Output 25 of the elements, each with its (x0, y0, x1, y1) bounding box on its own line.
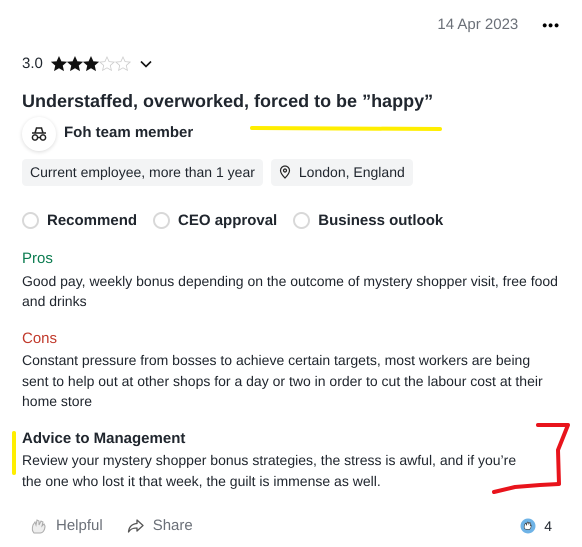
filled-star-icon (66, 56, 83, 72)
pin-icon (278, 165, 291, 180)
section-heading: Cons (22, 328, 58, 349)
job-title: Foh team member (64, 123, 194, 144)
indicator-label: Recommend (47, 210, 138, 231)
section-heading: Pros (22, 249, 54, 270)
rating-score: 3.0 (22, 54, 43, 74)
section-text: Review your mystery shopper bonus strategies, the stress is awful, and if you’re the one who lost it that week, the guilt is immense as well. (22, 451, 518, 491)
section-text: Constant pressure from bosses to achieve certain targets, most workers are being sent to help out at other shops for a day or two in order to cut the labour cost at their home store (22, 351, 544, 412)
margin-mark (12, 431, 16, 475)
helpful-button[interactable]: Helpful (30, 515, 103, 538)
more-options-button[interactable]: ••• (542, 14, 560, 36)
review-date: 14 Apr 2023 (437, 15, 518, 35)
section-heading: Advice to Management (22, 428, 186, 449)
section-text: Good pay, weekly bonus depending on the outcome of mystery shopper visit, free food and drinks (22, 272, 559, 312)
reaction-count: 4 (544, 516, 552, 536)
filled-star-icon (50, 56, 67, 72)
share-button[interactable]: Share (126, 515, 193, 538)
share-icon (126, 518, 145, 534)
location-tag: London, England (270, 158, 413, 186)
filled-star-icon (82, 56, 99, 72)
indicator-label: Business outlook (318, 210, 444, 231)
indicator-label: CEO approval (178, 210, 278, 231)
employment-tag: Current employee, more than 1 year (22, 158, 263, 186)
review-title: Understaffed, overworked, forced to be ”happy” (22, 91, 434, 113)
